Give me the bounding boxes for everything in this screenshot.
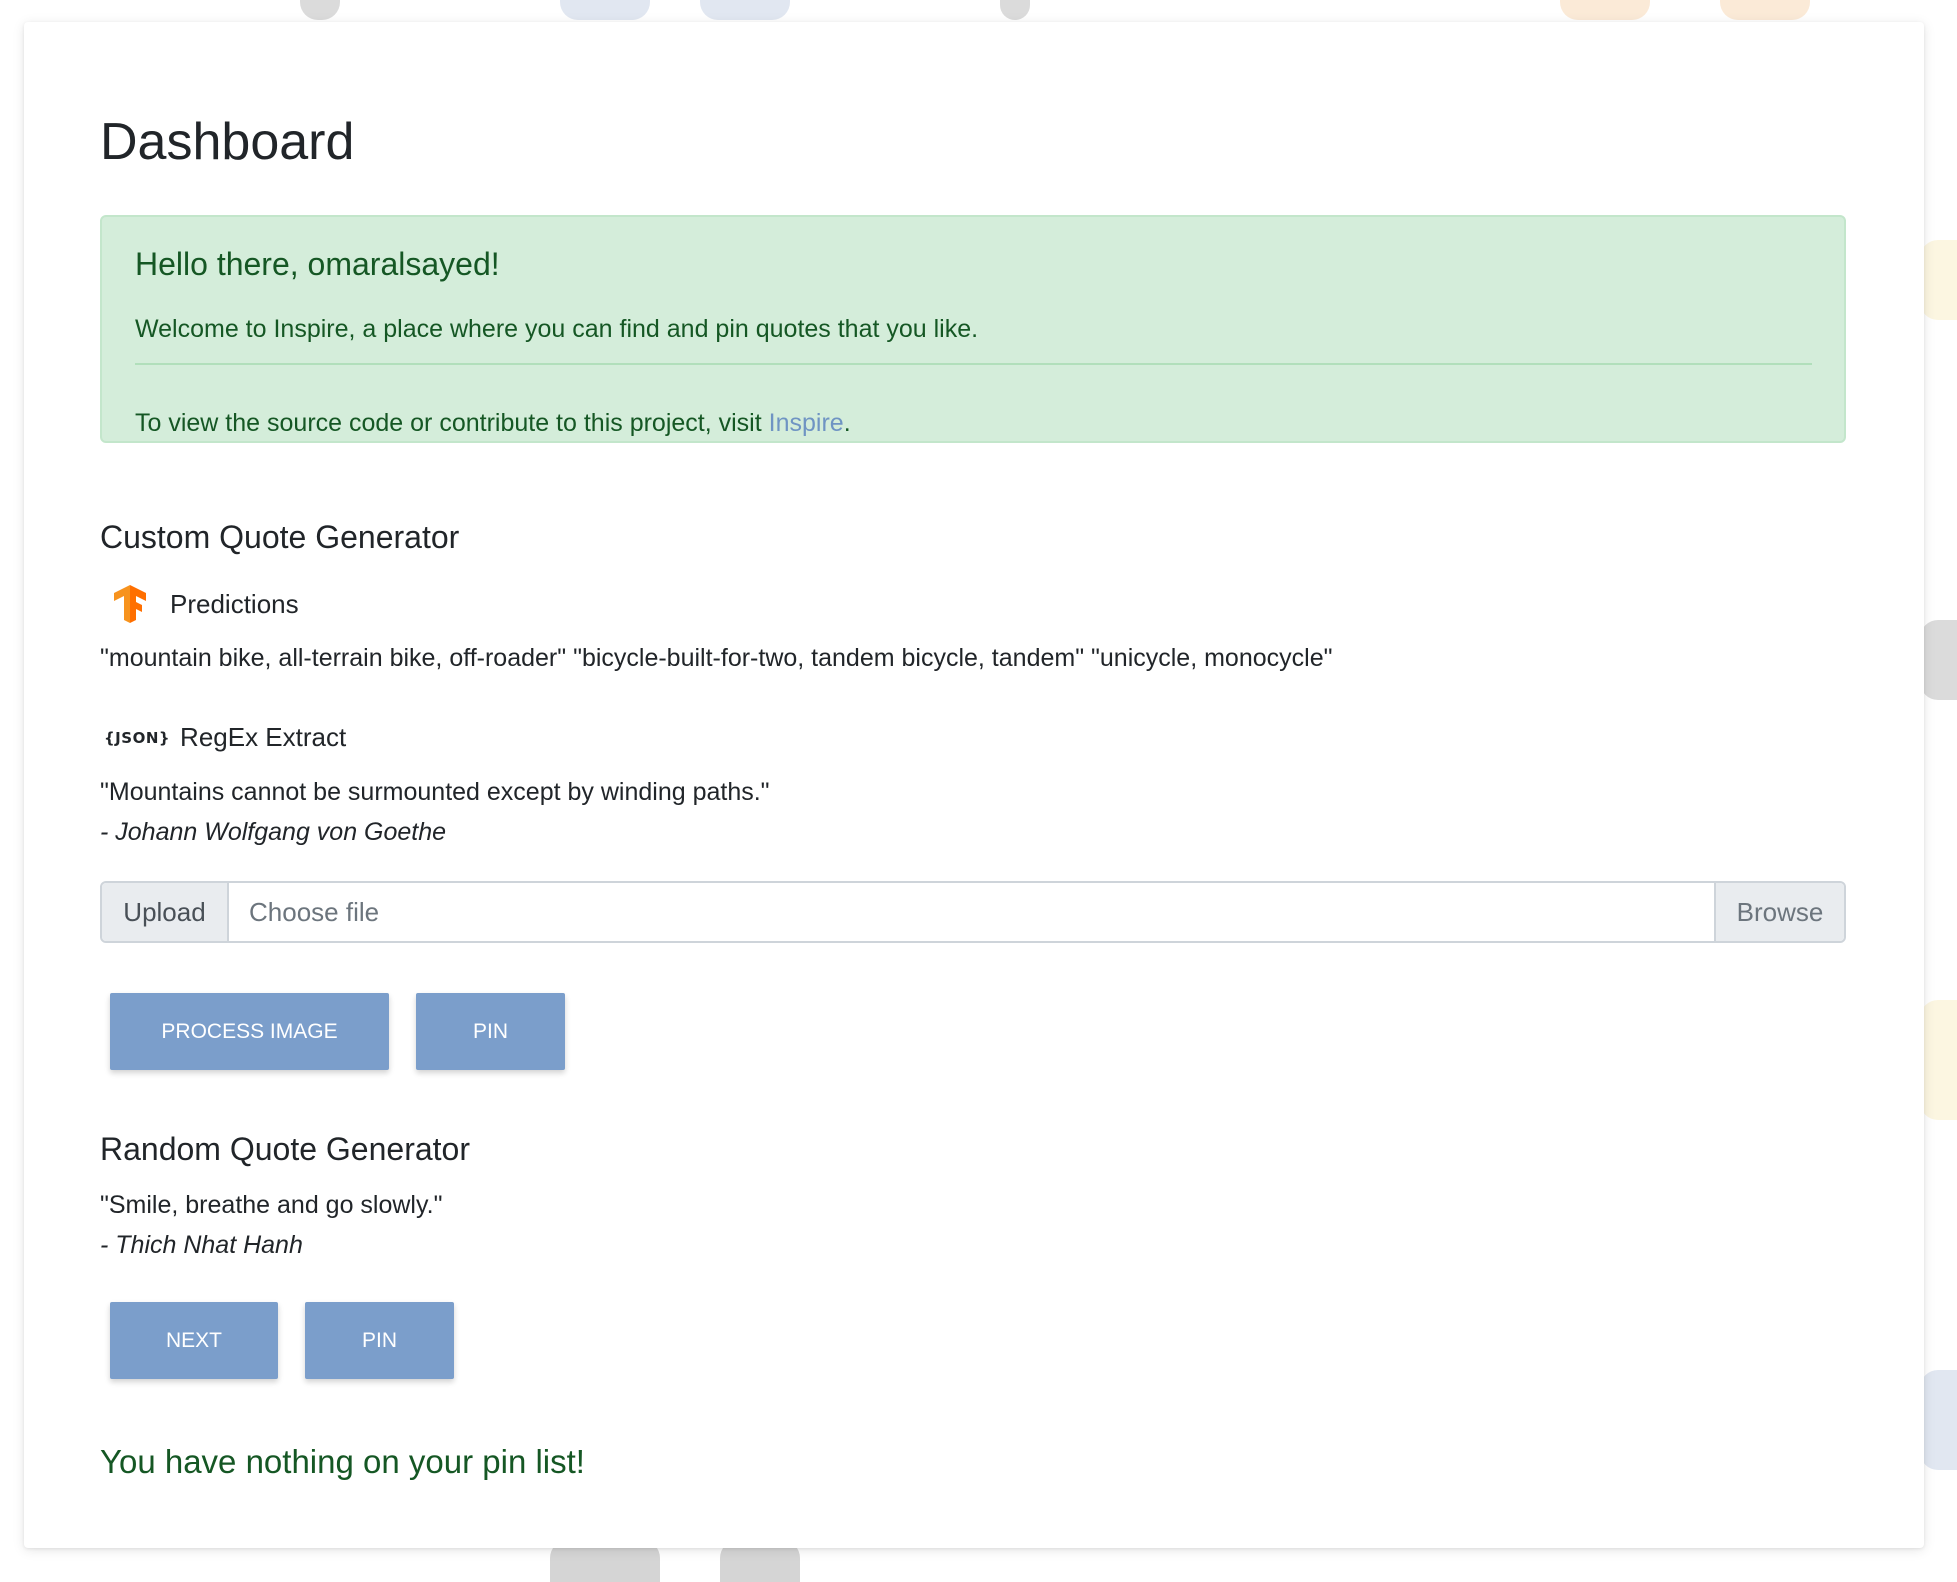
upload-prepend: Upload <box>102 883 229 941</box>
custom-quote-text: "Mountains cannot be surmounted except b… <box>100 778 770 806</box>
random-quote-author: - Thich Nhat Hanh <box>100 1231 303 1259</box>
custom-quote-author: - Johann Wolfgang von Goethe <box>100 818 447 846</box>
predictions-text: "mountain bike, all-terrain bike, off-ro… <box>100 644 1333 672</box>
pin-custom-quote-button[interactable]: PIN <box>416 993 565 1070</box>
predictions-label: Predictions <box>170 588 299 619</box>
file-upload-input[interactable]: Upload Choose file Browse <box>100 881 1846 943</box>
dashboard-card: Dashboard Hello there, omaralsayed! Welc… <box>24 22 1924 1548</box>
random-quote-text: "Smile, breathe and go slowly." <box>100 1191 443 1219</box>
alert-welcome-text: Welcome to Inspire, a place where you ca… <box>135 315 979 343</box>
regex-label: RegEx Extract <box>180 722 347 752</box>
json-icon: {JSON} <box>104 728 171 747</box>
choose-file-label[interactable]: Choose file <box>229 883 1714 941</box>
browse-button[interactable]: Browse <box>1714 883 1844 941</box>
predictions-heading: Predictions <box>100 584 299 624</box>
inspire-link[interactable]: Inspire <box>769 409 844 437</box>
page-title: Dashboard <box>100 113 355 171</box>
random-quote-title: Random Quote Generator <box>100 1131 470 1167</box>
pin-random-quote-button[interactable]: PIN <box>305 1302 454 1379</box>
tensorflow-icon <box>114 585 146 623</box>
alert-source-text: To view the source code or contribute to… <box>135 409 851 438</box>
alert-heading: Hello there, omaralsayed! <box>135 246 500 282</box>
process-image-button[interactable]: PROCESS IMAGE <box>110 993 389 1070</box>
source-suffix: . <box>843 409 851 437</box>
next-quote-button[interactable]: NEXT <box>110 1302 278 1379</box>
empty-pin-list-message: You have nothing on your pin list! <box>100 1443 585 1480</box>
regex-heading: {JSON} RegEx Extract <box>100 722 346 753</box>
source-prefix: To view the source code or contribute to… <box>135 409 769 437</box>
alert-divider <box>135 363 1812 365</box>
welcome-alert: Hello there, omaralsayed! Welcome to Ins… <box>100 215 1846 443</box>
custom-quote-title: Custom Quote Generator <box>100 519 460 555</box>
